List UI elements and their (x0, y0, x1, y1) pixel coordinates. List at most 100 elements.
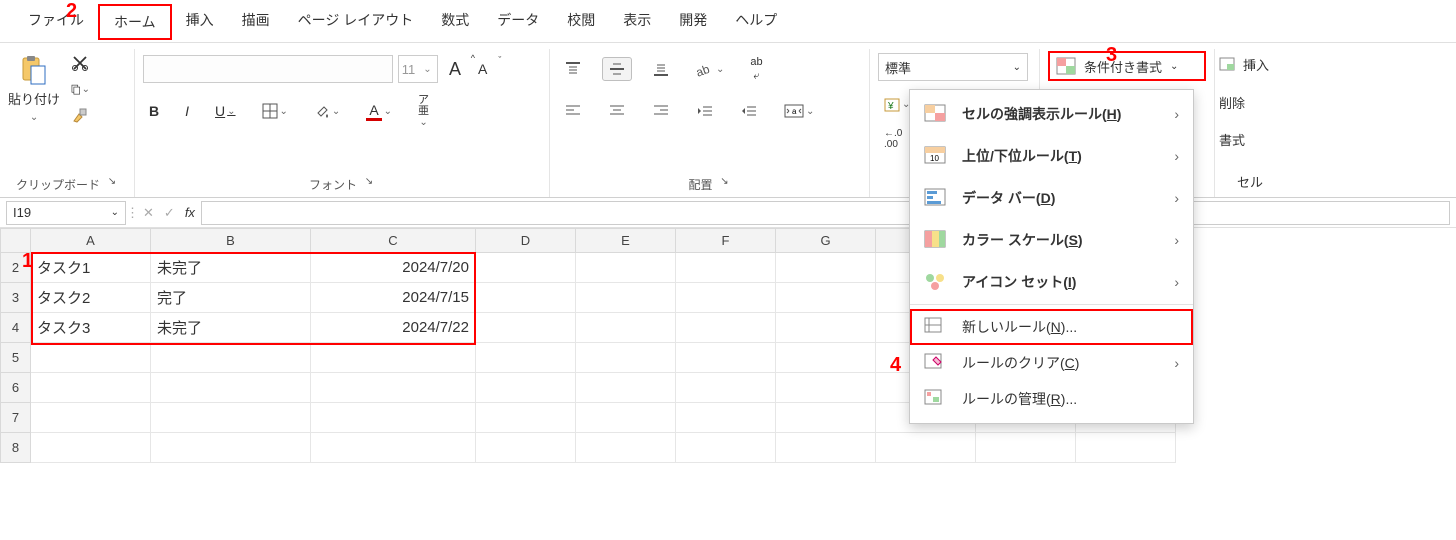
cell-D7[interactable] (476, 403, 576, 433)
delete-cells-button[interactable]: 削除 (1219, 93, 1281, 112)
col-header-C[interactable]: C (311, 229, 476, 253)
align-dialog-launcher-icon[interactable]: ↘ (719, 176, 731, 188)
cell-A6[interactable] (31, 373, 151, 403)
merge-center-button[interactable]: a (778, 100, 820, 122)
cell-J8[interactable] (1076, 433, 1176, 463)
cell-F4[interactable] (676, 313, 776, 343)
col-header-D[interactable]: D (476, 229, 576, 253)
cell-B7[interactable] (151, 403, 311, 433)
cut-icon[interactable] (70, 53, 90, 73)
decrease-indent-button[interactable] (690, 100, 720, 122)
col-header-E[interactable]: E (576, 229, 676, 253)
cell-F2[interactable] (676, 253, 776, 283)
col-header-B[interactable]: B (151, 229, 311, 253)
menu-tab-0[interactable]: ファイル (14, 4, 98, 40)
cell-E5[interactable] (576, 343, 676, 373)
col-header-A[interactable]: A (31, 229, 151, 253)
dd-item-0[interactable]: セルの強調表示ルール(H)› (910, 96, 1193, 132)
border-button[interactable] (256, 99, 294, 123)
col-header-G[interactable]: G (776, 229, 876, 253)
name-box[interactable]: I19⌄ (6, 201, 126, 225)
row-header-5[interactable]: 5 (1, 343, 31, 373)
menu-tab-3[interactable]: 描画 (228, 4, 284, 40)
insert-function-button[interactable]: fx (185, 205, 195, 220)
dd-item-2[interactable]: データ バー(D)› (910, 180, 1193, 216)
bold-button[interactable]: B (143, 99, 165, 123)
col-header-F[interactable]: F (676, 229, 776, 253)
underline-button[interactable]: U (209, 99, 242, 123)
cell-C5[interactable] (311, 343, 476, 373)
clipboard-dialog-launcher-icon[interactable]: ↘ (106, 176, 118, 188)
row-header-8[interactable]: 8 (1, 433, 31, 463)
cell-G6[interactable] (776, 373, 876, 403)
cell-I8[interactable] (976, 433, 1076, 463)
cell-A7[interactable] (31, 403, 151, 433)
font-dialog-launcher-icon[interactable]: ↘ (363, 176, 375, 188)
menu-tab-8[interactable]: 表示 (609, 4, 665, 40)
cell-B4[interactable]: 未完了 (151, 313, 311, 343)
menu-tab-10[interactable]: ヘルプ (721, 4, 791, 40)
menu-tab-1[interactable]: ホーム (98, 4, 172, 40)
formula-input[interactable] (201, 201, 1450, 225)
cell-A4[interactable]: タスク3 (31, 313, 151, 343)
cell-D3[interactable] (476, 283, 576, 313)
cell-G5[interactable] (776, 343, 876, 373)
menu-tab-9[interactable]: 開発 (665, 4, 721, 40)
cell-A5[interactable] (31, 343, 151, 373)
dd-manage-rules[interactable]: ルールの管理(R)... (910, 381, 1193, 417)
cell-G3[interactable] (776, 283, 876, 313)
cell-B6[interactable] (151, 373, 311, 403)
cell-G4[interactable] (776, 313, 876, 343)
cell-C3[interactable]: 2024/7/15 (311, 283, 476, 313)
insert-cells-button[interactable]: 挿入 (1219, 55, 1281, 74)
align-center-button[interactable] (602, 100, 632, 122)
align-bottom-button[interactable] (646, 57, 676, 81)
cell-F5[interactable] (676, 343, 776, 373)
cell-D6[interactable] (476, 373, 576, 403)
menu-tab-4[interactable]: ページ レイアウト (284, 4, 428, 40)
cell-B5[interactable] (151, 343, 311, 373)
dd-clear-rules[interactable]: ルールのクリア(C) › (910, 345, 1193, 381)
cell-D2[interactable] (476, 253, 576, 283)
format-cells-button[interactable]: 書式 (1219, 130, 1281, 149)
cell-F3[interactable] (676, 283, 776, 313)
font-name-select[interactable] (143, 55, 393, 83)
phonetic-guide-button[interactable]: ア亜 (412, 92, 435, 131)
select-all-corner[interactable] (1, 229, 31, 253)
dd-item-3[interactable]: カラー スケール(S)› (910, 222, 1193, 258)
menu-tab-5[interactable]: 数式 (427, 4, 483, 40)
cell-C8[interactable] (311, 433, 476, 463)
cell-C4[interactable]: 2024/7/22 (311, 313, 476, 343)
cell-D8[interactable] (476, 433, 576, 463)
cell-E2[interactable] (576, 253, 676, 283)
cell-G7[interactable] (776, 403, 876, 433)
enter-formula-icon[interactable]: ✓ (164, 205, 175, 221)
row-header-4[interactable]: 4 (1, 313, 31, 343)
increase-font-size-button[interactable]: A (443, 55, 467, 84)
cell-A3[interactable]: タスク2 (31, 283, 151, 313)
align-middle-button[interactable] (602, 57, 632, 81)
cell-C7[interactable] (311, 403, 476, 433)
cell-D5[interactable] (476, 343, 576, 373)
align-left-button[interactable] (558, 100, 588, 122)
cell-B3[interactable]: 完了 (151, 283, 311, 313)
row-header-3[interactable]: 3 (1, 283, 31, 313)
cell-D4[interactable] (476, 313, 576, 343)
paste-button[interactable]: 貼り付け (8, 53, 60, 125)
cell-F8[interactable] (676, 433, 776, 463)
cell-B2[interactable]: 未完了 (151, 253, 311, 283)
cell-E7[interactable] (576, 403, 676, 433)
cell-E4[interactable] (576, 313, 676, 343)
menu-tab-6[interactable]: データ (483, 4, 553, 40)
orientation-button[interactable]: ab (690, 57, 730, 81)
cell-A2[interactable]: タスク1 (31, 253, 151, 283)
font-size-select[interactable]: 11⌄ (398, 55, 438, 83)
cell-G2[interactable] (776, 253, 876, 283)
cell-C6[interactable] (311, 373, 476, 403)
cell-B8[interactable] (151, 433, 311, 463)
decrease-font-size-button[interactable]: A (472, 57, 493, 81)
paste-caret-icon[interactable] (30, 108, 38, 123)
cell-G8[interactable] (776, 433, 876, 463)
number-format-select[interactable]: 標準⌄ (878, 53, 1028, 81)
copy-icon[interactable] (70, 79, 90, 99)
